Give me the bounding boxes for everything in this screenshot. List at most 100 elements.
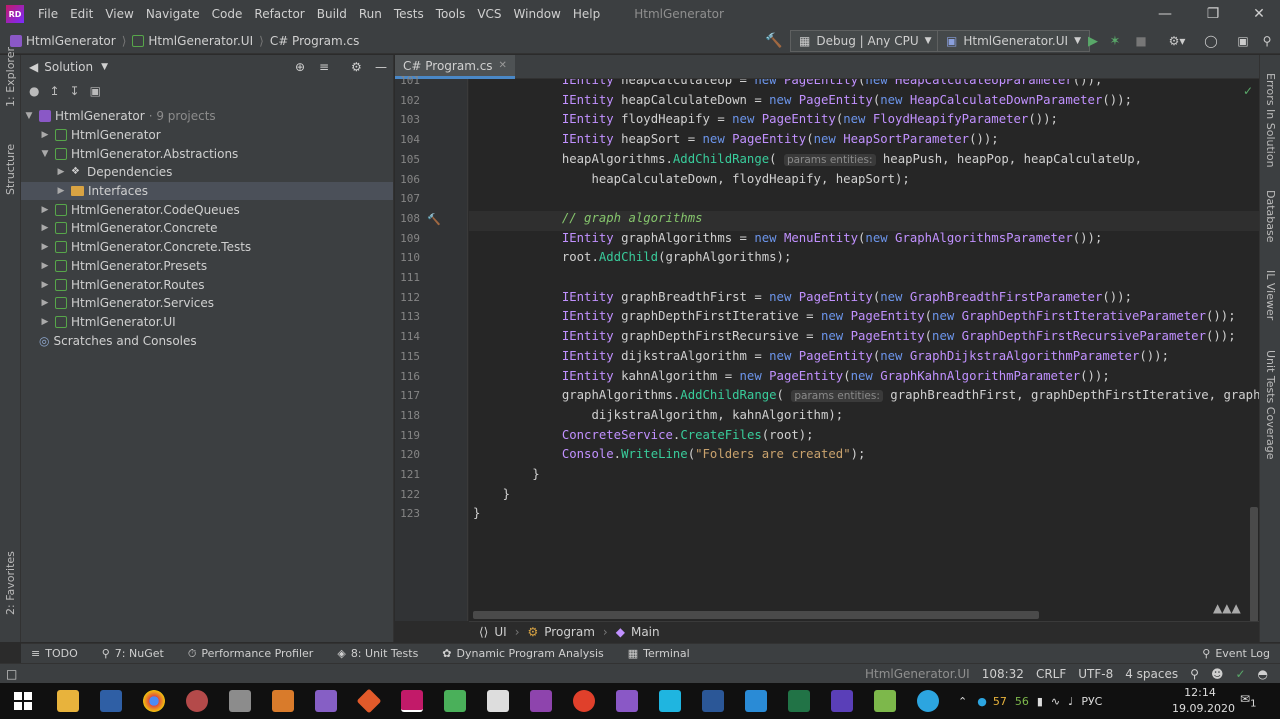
code-line[interactable]: IEntity dijkstraAlgorithm = new PageEnti… (473, 349, 1169, 363)
tool-tab-unit-tests[interactable]: ◈ 8: Unit Tests (337, 647, 418, 660)
structure-tool-tab[interactable]: Structure (4, 144, 17, 195)
chevron-right-icon[interactable]: ▶ (39, 223, 51, 233)
chevron-right-icon[interactable]: ▶ (39, 205, 51, 215)
close-tab-icon[interactable]: ✕ (499, 60, 507, 71)
code-line[interactable]: // graph algorithms (473, 211, 703, 225)
code-line[interactable]: IEntity heapCalculateUp = new PageEntity… (473, 79, 1103, 87)
build-hammer-icon[interactable]: 🔨 (764, 30, 784, 52)
collapse-icon[interactable]: ↧ (70, 84, 80, 98)
tree-item-htmlgenerator-ui[interactable]: ▶ HtmlGenerator.UI (21, 313, 393, 332)
app-icon[interactable] (487, 690, 509, 712)
code-line[interactable]: IEntity graphDepthFirstRecursive = new P… (473, 329, 1236, 343)
code-line[interactable]: graphAlgorithms.AddChildRange( params en… (473, 388, 1259, 403)
code-line[interactable]: dijkstraAlgorithm, kahnAlgorithm); (473, 408, 843, 422)
maximize-icon[interactable]: ❐ (1190, 0, 1236, 28)
tree-item-htmlgenerator-routes[interactable]: ▶ HtmlGenerator.Routes (21, 275, 393, 294)
profile-icon[interactable]: ⚙▾ (1162, 30, 1192, 52)
menu-window[interactable]: Window (508, 0, 567, 28)
tool-tab-todo[interactable]: ≡ TODO (31, 647, 78, 660)
show-files-icon[interactable]: ● (29, 84, 39, 98)
code-line[interactable]: } (473, 506, 480, 520)
excel-icon[interactable] (788, 690, 810, 712)
line-separator[interactable]: CRLF (1036, 667, 1066, 681)
panel-toggle-icon[interactable]: □ (6, 667, 17, 681)
chevron-right-icon[interactable]: ▶ (39, 130, 51, 140)
tree-item-htmlgenerator-services[interactable]: ▶ HtmlGenerator.Services (21, 294, 393, 313)
tool-tab-nuget[interactable]: ⚲ 7: NuGet (102, 647, 164, 660)
powershell-icon[interactable] (702, 690, 724, 712)
intellij-icon[interactable] (530, 690, 552, 712)
hide-panel-icon[interactable]: — (375, 60, 387, 74)
menu-build[interactable]: Build (311, 0, 353, 28)
app-icon[interactable] (616, 690, 638, 712)
tray-temp-b[interactable]: 56 (1015, 695, 1029, 708)
breadcrumb-class[interactable]: Program (544, 625, 595, 639)
app-icon[interactable] (831, 690, 853, 712)
tree-item-htmlgenerator-concrete-tests[interactable]: ▶ HtmlGenerator.Concrete.Tests (21, 238, 393, 257)
coverage-icon[interactable]: ◯ (1202, 30, 1220, 52)
menu-view[interactable]: View (99, 0, 139, 28)
tray-expand-icon[interactable]: ⌃ (958, 695, 967, 708)
windows-start-icon[interactable] (14, 692, 32, 710)
expand-icon[interactable]: ↥ (49, 84, 59, 98)
menu-run[interactable]: Run (353, 0, 388, 28)
code-line[interactable]: IEntity heapSort = new PageEntity(new He… (473, 132, 999, 146)
stop-icon[interactable]: ■ (1132, 30, 1150, 52)
debug-icon[interactable]: ✶ (1106, 30, 1124, 52)
chevron-down-icon[interactable]: ▼ (101, 62, 108, 72)
tool-tab-profiler[interactable]: ⏱ Performance Profiler (188, 647, 314, 661)
configuration-select[interactable]: ▦ Debug | Any CPU ▼ (790, 30, 941, 52)
menu-refactor[interactable]: Refactor (248, 0, 310, 28)
chevron-down-icon[interactable]: ▼ (39, 149, 51, 159)
tree-item-htmlgenerator[interactable]: ▶ HtmlGenerator (21, 126, 393, 145)
input-language[interactable]: РУС (1081, 695, 1102, 708)
menu-navigate[interactable]: Navigate (140, 0, 206, 28)
code-line[interactable]: heapAlgorithms.AddChildRange( params ent… (473, 152, 1142, 166)
chrome-icon[interactable] (143, 690, 165, 712)
app-icon[interactable] (659, 690, 681, 712)
tree-item-htmlgenerator-concrete[interactable]: ▶ HtmlGenerator.Concrete (21, 219, 393, 238)
tool-tab-terminal[interactable]: ▦ Terminal (628, 647, 690, 660)
quick-fix-hammer-icon[interactable]: 🔨 (427, 213, 441, 226)
chevron-right-icon[interactable]: ▶ (39, 317, 51, 327)
menu-help[interactable]: Help (567, 0, 606, 28)
code-line[interactable]: IEntity graphAlgorithms = new MenuEntity… (473, 231, 1103, 245)
crumb-solution[interactable]: HtmlGenerator (6, 34, 120, 48)
code-line[interactable]: IEntity heapCalculateDown = new PageEnti… (473, 93, 1132, 107)
menu-edit[interactable]: Edit (64, 0, 99, 28)
code-line[interactable]: Console.WriteLine("Folders are created")… (473, 447, 866, 461)
app-icon[interactable] (874, 690, 896, 712)
reader-mode-icon[interactable]: ▲▲▲ (1213, 601, 1241, 615)
unit-tests-coverage-tool-tab[interactable]: Unit Tests Coverage (1264, 350, 1277, 459)
code-line[interactable]: IEntity graphDepthFirstIterative = new P… (473, 309, 1236, 323)
tray-app-icon[interactable]: ● (977, 695, 987, 708)
chevron-right-icon[interactable]: ▶ (55, 167, 67, 177)
tool-tab-event-log[interactable]: ⚲ Event Log (1202, 647, 1270, 660)
breadcrumb-namespace[interactable]: UI (494, 625, 506, 639)
code-line[interactable]: heapCalculateDown, floydHeapify, heapSor… (473, 172, 909, 186)
code-line[interactable]: IEntity floydHeapify = new PageEntity(ne… (473, 112, 1058, 126)
favorites-tool-tab[interactable]: 2: Favorites (4, 551, 17, 615)
tree-item-htmlgenerator-codequeues[interactable]: ▶ HtmlGenerator.CodeQueues (21, 200, 393, 219)
menu-vcs[interactable]: VCS (471, 0, 507, 28)
solution-view-select[interactable]: Solution (44, 60, 93, 74)
vertical-scrollbar[interactable] (1250, 507, 1258, 622)
inspector-icon[interactable]: ☻ (1211, 667, 1224, 681)
chevron-right-icon[interactable]: ▶ (39, 242, 51, 252)
status-project[interactable]: HtmlGenerator.UI (865, 667, 970, 681)
crumb-file[interactable]: C# Program.cs (266, 34, 364, 48)
battery-icon[interactable]: ▮ (1037, 695, 1043, 708)
menu-code[interactable]: Code (206, 0, 249, 28)
code-line[interactable]: } (473, 487, 510, 501)
clock[interactable]: 12:14 19.09.2020 (1172, 685, 1235, 717)
chevron-right-icon[interactable]: ▶ (39, 280, 51, 290)
visual-studio-icon[interactable] (315, 690, 337, 712)
wifi-icon[interactable]: ∿ (1051, 695, 1060, 708)
menu-tests[interactable]: Tests (388, 0, 430, 28)
indent-setting[interactable]: 4 spaces (1125, 667, 1178, 681)
explorer-tool-tab[interactable]: 1: Explorer (4, 47, 17, 107)
telegram-icon[interactable] (917, 690, 939, 712)
app-icon[interactable] (229, 690, 251, 712)
code-editor[interactable]: IEntity heapCalculateUp = new PageEntity… (469, 79, 1259, 621)
memory-icon[interactable]: ◓ (1258, 667, 1268, 681)
